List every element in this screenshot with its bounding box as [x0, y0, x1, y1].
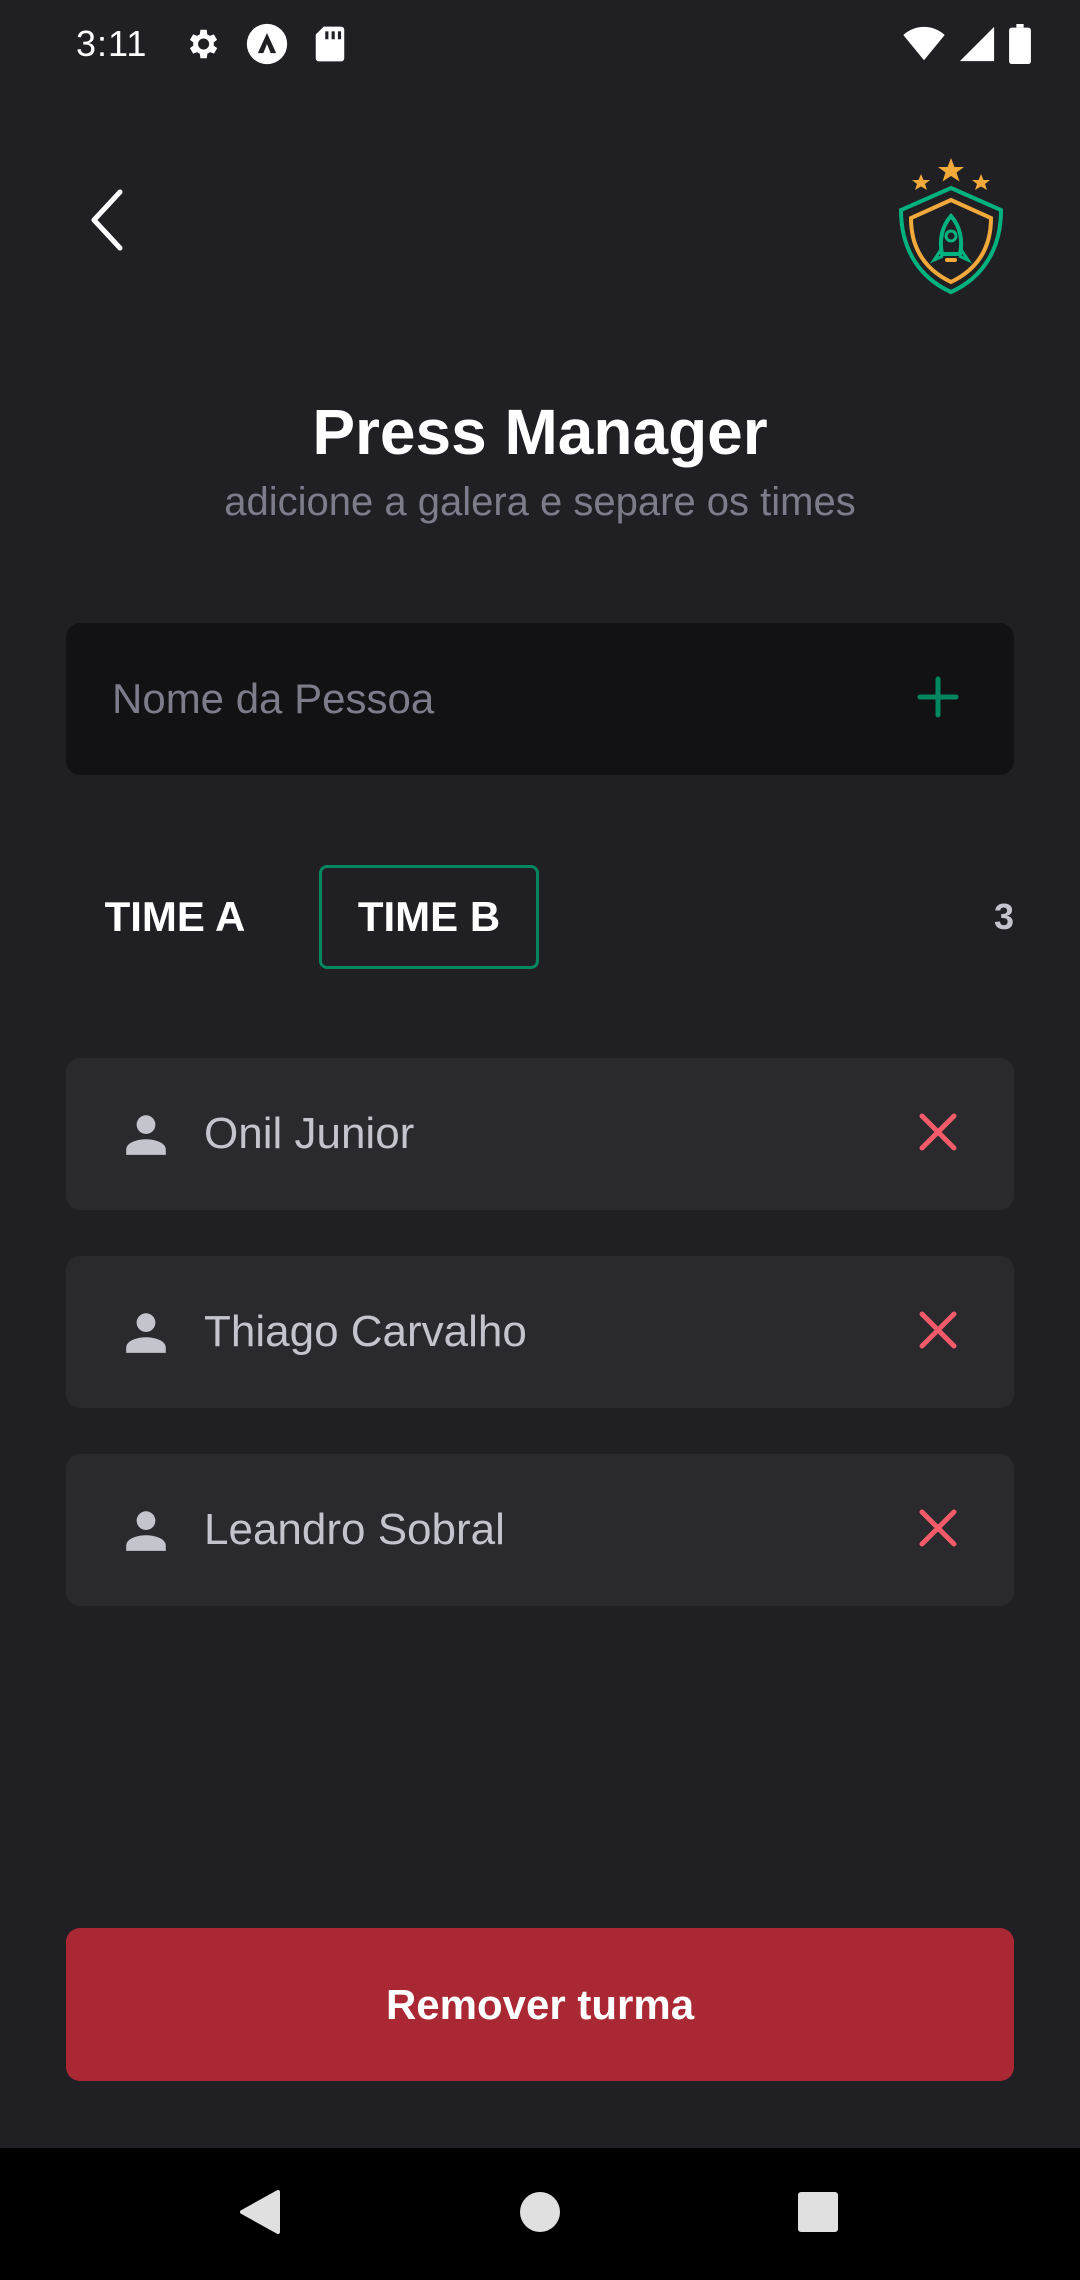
status-icons-left	[183, 22, 347, 66]
back-triangle-icon	[238, 2188, 282, 2241]
back-button[interactable]	[70, 180, 142, 264]
page-title: Press Manager	[312, 396, 768, 468]
player-name: Leandro Sobral	[204, 1505, 505, 1554]
close-icon	[918, 1112, 958, 1157]
nav-back-button[interactable]	[190, 2148, 330, 2280]
header	[0, 140, 1080, 310]
tab-time-a[interactable]: TIME A	[66, 865, 284, 969]
app-notification-icon	[245, 22, 289, 66]
signal-icon	[958, 25, 996, 63]
status-icons-right	[902, 24, 1032, 64]
battery-icon	[1008, 24, 1032, 64]
status-time: 3:11	[76, 23, 148, 64]
team-tabs: TIME A TIME B 3	[66, 865, 1014, 969]
status-bar: 3:11	[0, 0, 1080, 88]
name-input[interactable]	[110, 674, 862, 724]
close-icon	[918, 1508, 958, 1553]
person-icon	[116, 1500, 176, 1560]
player-name: Onil Junior	[204, 1109, 415, 1158]
player-card: Onil Junior	[66, 1058, 1014, 1210]
person-icon	[116, 1104, 176, 1164]
plus-icon	[916, 675, 960, 724]
remove-player-button[interactable]	[862, 1256, 1014, 1408]
page-subtitle: adicione a galera e separe os times	[224, 480, 856, 524]
star-icon	[912, 158, 990, 190]
player-card: Thiago Carvalho	[66, 1256, 1014, 1408]
add-player-button[interactable]	[862, 623, 1014, 775]
nav-recents-button[interactable]	[748, 2148, 888, 2280]
recents-square-icon	[797, 2191, 839, 2238]
tab-time-b[interactable]: TIME B	[319, 865, 539, 969]
close-icon	[918, 1310, 958, 1355]
system-nav-bar	[0, 2148, 1080, 2280]
player-name: Thiago Carvalho	[204, 1307, 527, 1356]
person-icon	[116, 1302, 176, 1362]
player-list: Onil Junior Thiago Carvalho Leandro Sobr…	[66, 1058, 1014, 1652]
settings-icon	[183, 25, 221, 63]
remove-player-button[interactable]	[862, 1454, 1014, 1606]
chevron-left-icon	[86, 188, 126, 257]
nav-home-button[interactable]	[470, 2148, 610, 2280]
team-player-count: 3	[993, 896, 1014, 937]
sd-card-icon	[313, 25, 347, 63]
remove-team-button[interactable]: Remover turma	[66, 1928, 1014, 2081]
app-logo	[890, 150, 1012, 300]
player-card: Leandro Sobral	[66, 1454, 1014, 1606]
remove-player-button[interactable]	[862, 1058, 1014, 1210]
name-input-container	[66, 623, 1014, 775]
home-circle-icon	[518, 2190, 562, 2239]
wifi-icon	[902, 26, 946, 62]
